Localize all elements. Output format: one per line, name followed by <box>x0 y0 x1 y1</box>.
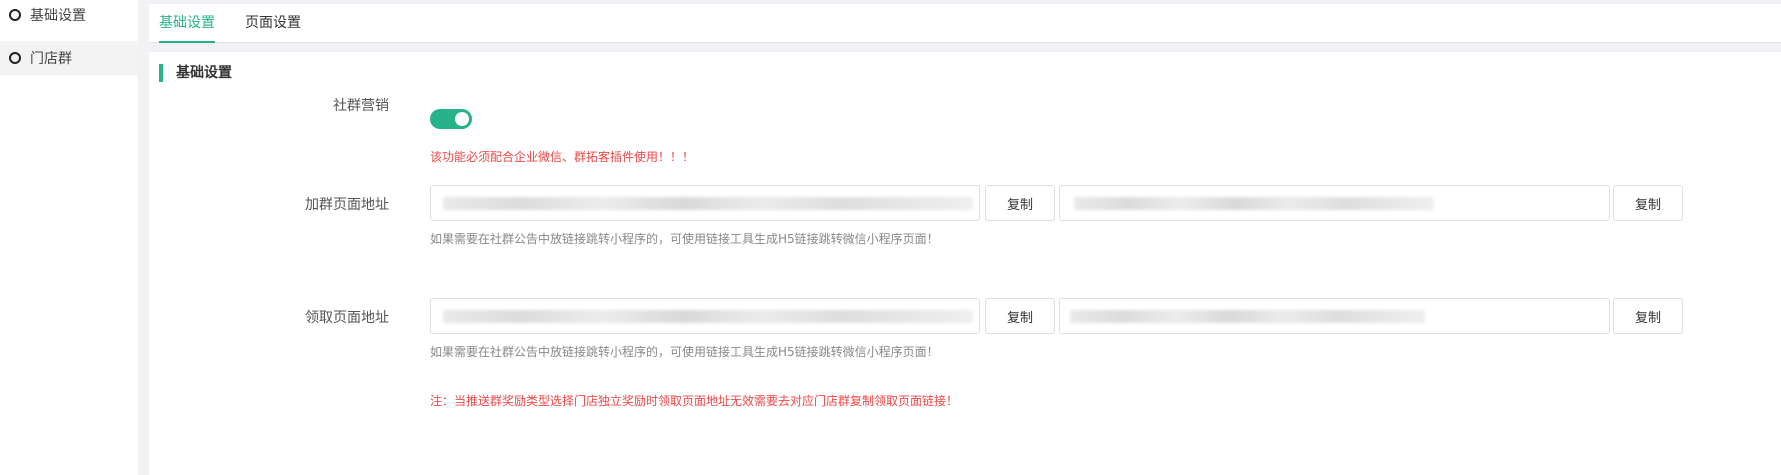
redacted-url <box>1070 310 1425 323</box>
circle-icon <box>9 52 21 64</box>
join-page-copy-button-1[interactable]: 复制 <box>985 185 1055 221</box>
join-page-copy-button-2[interactable]: 复制 <box>1613 185 1683 221</box>
plugin-warning-text: 该功能必须配合企业微信、群拓客插件使用！！！ <box>430 150 695 164</box>
section-accent-bar <box>159 64 163 82</box>
section-title: 基础设置 <box>159 64 232 82</box>
circle-icon <box>9 9 21 21</box>
tab-page-settings[interactable]: 页面设置 <box>245 4 301 42</box>
toggle-knob <box>455 112 469 126</box>
tab-basic-settings[interactable]: 基础设置 <box>159 4 215 43</box>
settings-panel: 基础设置 社群营销 该功能必须配合企业微信、群拓客插件使用！！！ 加群页面地址 … <box>149 52 1781 475</box>
redacted-url <box>443 310 973 323</box>
claim-page-hint: 如果需要在社群公告中放链接跳转小程序的，可使用链接工具生成H5链接跳转微信小程序… <box>430 345 939 359</box>
sidebar-item-label: 基础设置 <box>30 8 86 24</box>
join-page-hint: 如果需要在社群公告中放链接跳转小程序的，可使用链接工具生成H5链接跳转微信小程序… <box>430 232 939 246</box>
join-page-url-input[interactable] <box>430 185 980 221</box>
sidebar-item-basic-settings[interactable]: 基础设置 <box>0 0 138 32</box>
redacted-url <box>443 197 973 210</box>
join-page-url-input-2[interactable] <box>1059 185 1610 221</box>
claim-page-url-input[interactable] <box>430 298 980 334</box>
claim-page-copy-button-1[interactable]: 复制 <box>985 298 1055 334</box>
claim-page-copy-button-2[interactable]: 复制 <box>1613 298 1683 334</box>
community-marketing-toggle[interactable] <box>430 109 472 129</box>
claim-page-url-input-2[interactable] <box>1059 298 1610 334</box>
sidebar-item-store-group[interactable]: 门店群 <box>0 41 138 75</box>
sidebar: 基础设置 门店群 <box>0 0 138 475</box>
join-page-url-label: 加群页面地址 <box>305 197 389 213</box>
section-title-text: 基础设置 <box>176 65 232 81</box>
community-marketing-label: 社群营销 <box>333 98 389 114</box>
redacted-url <box>1074 197 1434 210</box>
claim-page-url-label: 领取页面地址 <box>305 310 389 326</box>
tab-bar: 基础设置 页面设置 <box>149 4 1781 43</box>
sidebar-item-label: 门店群 <box>30 51 72 67</box>
claim-page-note: 注：当推送群奖励类型选择门店独立奖励时领取页面地址无效需要去对应门店群复制领取页… <box>430 394 959 408</box>
